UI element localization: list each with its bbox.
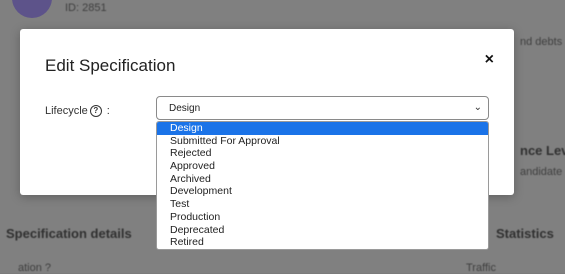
close-icon[interactable]: × [485,51,494,69]
lifecycle-label-text: Lifecycle [45,105,88,117]
lifecycle-option-rejected[interactable]: Rejected [157,147,488,160]
background-bottom-right: Traffic [466,262,496,274]
chevron-down-icon: ⌄ [473,102,482,113]
lifecycle-dropdown-list: Design Submitted For Approval Rejected A… [156,121,489,250]
dialog-title: Edit Specification [45,56,176,75]
background-heading-right: nce Lev [520,143,565,158]
background-snippet: nd debts a [520,36,565,48]
background-subtext-right: andidate [520,166,563,178]
help-icon[interactable]: ? [89,105,102,117]
background-bottom-left: ation ? [18,262,52,274]
lifecycle-option-deprecated[interactable]: Deprecated [157,224,488,237]
lifecycle-select[interactable]: Design ⌄ [156,96,489,120]
lifecycle-selected-value: Design [169,103,201,114]
lifecycle-option-design[interactable]: Design [157,122,488,135]
lifecycle-label: Lifecycle ? : [45,105,110,117]
section-statistics: Statistics [496,226,554,241]
lifecycle-option-retired[interactable]: Retired [157,236,488,249]
lifecycle-option-archived[interactable]: Archived [157,173,488,186]
lifecycle-option-production[interactable]: Production [157,211,488,224]
lifecycle-option-test[interactable]: Test [157,198,488,211]
section-specification-details: Specification details [6,226,132,241]
lifecycle-option-approved[interactable]: Approved [157,160,488,173]
lifecycle-option-development[interactable]: Development [157,185,488,198]
record-id: ID: 2851 [65,2,107,14]
avatar [12,0,52,18]
label-colon: : [106,105,110,117]
lifecycle-option-submitted-for-approval[interactable]: Submitted For Approval [157,135,488,148]
